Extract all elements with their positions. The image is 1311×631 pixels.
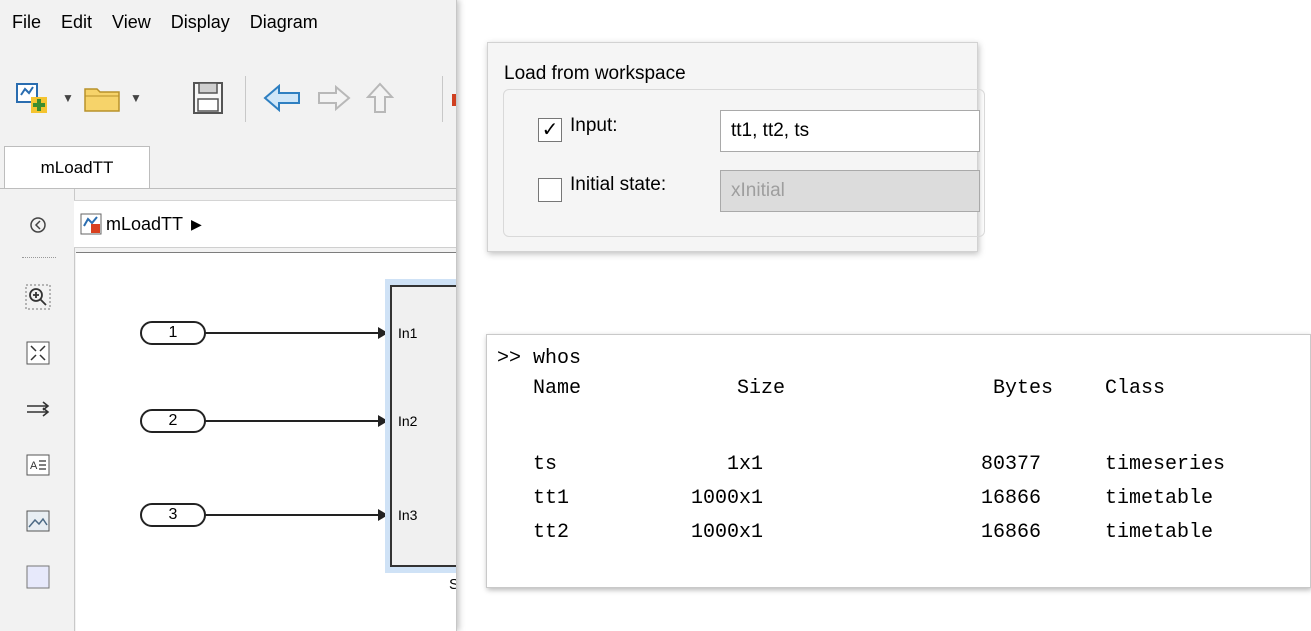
menu-file[interactable]: File — [12, 12, 41, 33]
inport-block-3[interactable]: 3 — [140, 503, 206, 527]
save-button[interactable] — [190, 80, 226, 116]
area-button[interactable] — [24, 563, 52, 591]
header-class: Class — [1105, 377, 1166, 400]
arrow-up-icon — [366, 82, 394, 113]
left-palette: A — [0, 189, 75, 631]
signal-line-2[interactable] — [204, 420, 378, 422]
breadcrumb-arrow[interactable]: ▶ — [191, 216, 202, 233]
inport-block-2[interactable]: 2 — [140, 409, 206, 433]
palette-divider — [22, 257, 56, 258]
arrow-right-icon — [318, 85, 351, 111]
input-field[interactable]: tt1, tt2, ts — [720, 110, 980, 152]
toolbar-separator — [245, 76, 246, 122]
header-bytes: Bytes — [993, 377, 1054, 400]
row-name: ts — [533, 453, 558, 476]
open-button[interactable] — [82, 80, 122, 116]
initial-state-checkbox[interactable] — [538, 178, 562, 202]
annotation-button[interactable]: A — [24, 451, 52, 479]
model-tab-strip: mLoadTT — [0, 146, 456, 189]
image-button[interactable] — [24, 507, 52, 535]
row-bytes: 16866 — [981, 487, 1042, 510]
row-bytes: 80377 — [981, 453, 1042, 476]
open-dropdown[interactable]: ▼ — [128, 80, 144, 116]
header-name: Name — [533, 377, 582, 400]
save-icon — [193, 82, 223, 114]
signal-routing-button[interactable] — [24, 395, 52, 423]
command-window[interactable]: >> whos Name Size Bytes Class ts 1x1 803… — [486, 334, 1311, 588]
image-icon — [26, 510, 50, 532]
zoom-in-icon — [25, 284, 51, 310]
chevron-down-icon: ▼ — [62, 91, 74, 105]
text-annotation-icon: A — [26, 454, 50, 476]
chevron-down-icon: ▼ — [130, 91, 142, 105]
row-size: 1000x1 — [691, 487, 764, 510]
new-model-button[interactable] — [14, 80, 50, 116]
input-label: Input: — [570, 115, 618, 136]
subsystem-name-label: S — [449, 576, 456, 593]
toolbar: ▼ ▼ — [0, 66, 456, 126]
subsystem-port-label-in2: In2 — [398, 413, 418, 429]
breadcrumb-model[interactable]: mLoadTT — [106, 214, 183, 235]
hide-browser-button[interactable] — [24, 211, 52, 239]
area-icon — [26, 565, 50, 589]
toolbar-separator — [442, 76, 443, 122]
fit-to-view-button[interactable] — [24, 339, 52, 367]
initial-state-field[interactable]: xInitial — [720, 170, 980, 212]
menu-diagram[interactable]: Diagram — [250, 12, 318, 33]
back-button[interactable] — [262, 80, 302, 116]
menu-bar: File Edit View Display Diagram — [0, 0, 456, 44]
routing-arrows-icon — [27, 401, 50, 417]
menu-edit[interactable]: Edit — [61, 12, 92, 33]
folder-icon — [84, 88, 120, 112]
panel-title: Load from workspace — [504, 63, 686, 84]
header-size: Size — [737, 377, 786, 400]
signal-line-3[interactable] — [204, 514, 378, 516]
zoom-button[interactable] — [24, 283, 52, 311]
row-class: timetable — [1105, 521, 1214, 544]
fit-view-icon — [26, 341, 50, 365]
row-bytes: 16866 — [981, 521, 1042, 544]
model-icon — [80, 213, 102, 235]
command-prompt: >> whos — [497, 347, 582, 370]
initial-state-label: Initial state: — [570, 174, 667, 195]
new-model-dropdown[interactable]: ▼ — [60, 80, 76, 116]
subsystem-port-label-in1: In1 — [398, 325, 418, 341]
input-checkbox[interactable]: ✓ — [538, 118, 562, 142]
row-class: timetable — [1105, 487, 1214, 510]
toolbar-clipped-icon — [452, 94, 456, 106]
signal-line-1[interactable] — [204, 332, 378, 334]
up-button[interactable] — [364, 80, 396, 116]
menu-view[interactable]: View — [112, 12, 151, 33]
address-bar: mLoadTT ▶ — [74, 200, 456, 248]
collapse-icon — [30, 217, 46, 233]
svg-text:A: A — [30, 460, 38, 472]
menu-display[interactable]: Display — [171, 12, 230, 33]
inport-block-1[interactable]: 1 — [140, 321, 206, 345]
row-size: 1x1 — [727, 453, 764, 476]
subsystem-port-label-in3: In3 — [398, 507, 418, 523]
simulink-editor: File Edit View Display Diagram ▼ ▼ mLoad… — [0, 0, 457, 631]
row-class: timeseries — [1105, 453, 1226, 476]
forward-button[interactable] — [316, 80, 352, 116]
tab-mloadtt[interactable]: mLoadTT — [4, 146, 150, 188]
arrow-left-icon — [263, 84, 300, 112]
row-size: 1000x1 — [691, 521, 764, 544]
row-name: tt1 — [533, 487, 570, 510]
new-model-icon — [16, 83, 47, 113]
row-name: tt2 — [533, 521, 570, 544]
